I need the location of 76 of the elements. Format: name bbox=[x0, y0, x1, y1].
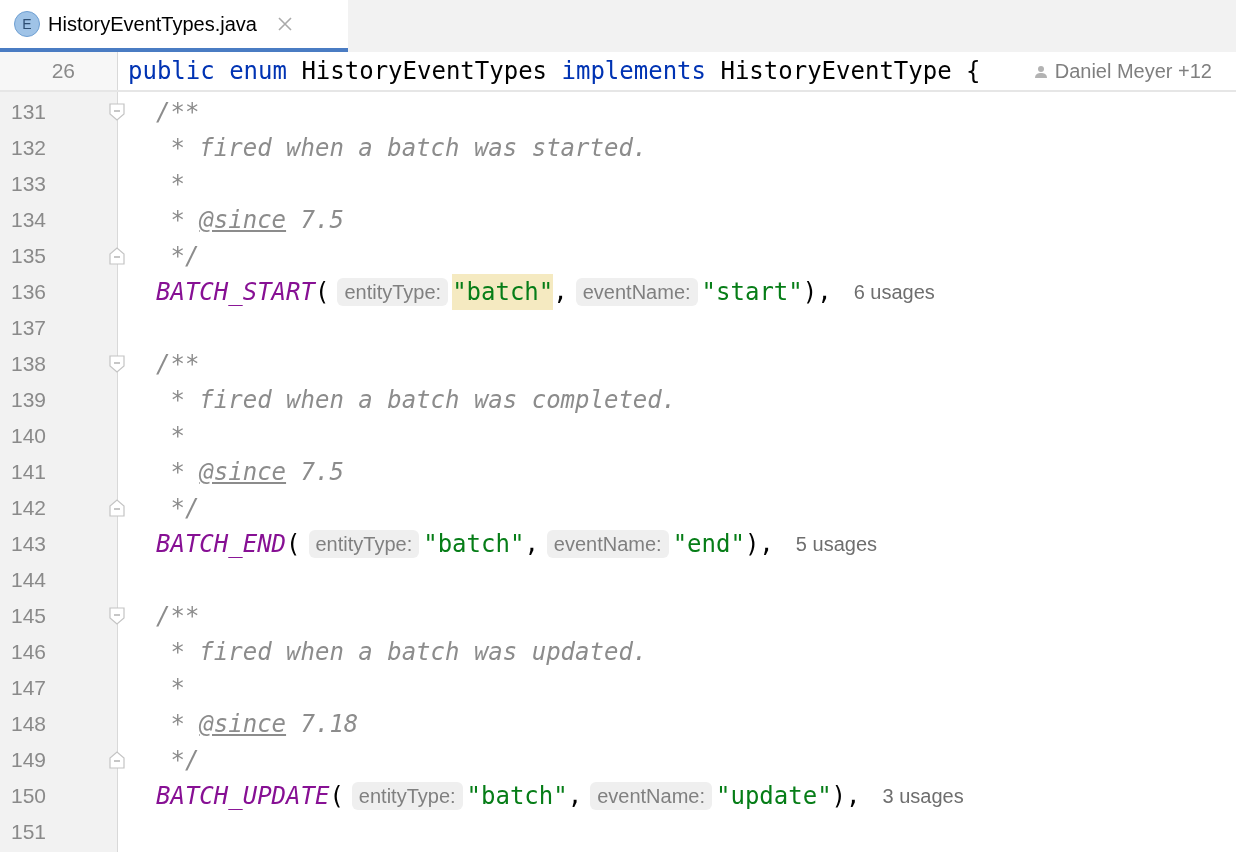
parameter-hint: eventName: bbox=[590, 782, 712, 810]
line-number: 151 bbox=[9, 819, 46, 846]
doc-comment: * @since 7.5 bbox=[169, 457, 344, 488]
parameter-hint: eventName: bbox=[575, 278, 698, 306]
string-literal: "batch" bbox=[423, 529, 525, 560]
fold-marker-icon[interactable] bbox=[109, 247, 125, 265]
line-number: 144 bbox=[9, 567, 46, 594]
line-number: 139 bbox=[9, 387, 46, 414]
line-number: 137 bbox=[9, 315, 46, 342]
close-icon[interactable] bbox=[277, 16, 293, 32]
doc-comment: * fired when a batch was started. bbox=[169, 133, 648, 164]
parameter-hint: eventName: bbox=[546, 530, 669, 558]
punctuation: , bbox=[524, 529, 539, 560]
enum-constant[interactable]: BATCH_UPDATE bbox=[156, 778, 330, 814]
line-number: 146 bbox=[9, 639, 46, 666]
string-literal: "start" bbox=[701, 277, 803, 308]
line-number: 150 bbox=[9, 783, 46, 810]
doc-comment: /** bbox=[156, 349, 200, 380]
punctuation: , bbox=[567, 781, 583, 812]
doc-comment: */ bbox=[169, 745, 200, 776]
parameter-hint: entityType: bbox=[308, 530, 420, 558]
doc-comment: * bbox=[169, 673, 185, 704]
punctuation: ( bbox=[329, 781, 344, 812]
fold-marker-icon[interactable] bbox=[109, 607, 125, 625]
usages-link[interactable]: 6 usages bbox=[853, 277, 935, 307]
punctuation: , bbox=[553, 277, 568, 308]
doc-comment: * fired when a batch was updated. bbox=[169, 637, 648, 668]
parameter-hint: entityType: bbox=[337, 278, 449, 306]
usages-link[interactable]: 3 usages bbox=[882, 781, 964, 811]
fold-marker-icon[interactable] bbox=[109, 751, 125, 769]
line-number: 149 bbox=[9, 747, 46, 774]
enum-file-icon: E bbox=[14, 11, 40, 37]
line-number: 134 bbox=[9, 207, 46, 234]
editor-tab[interactable]: E HistoryEventTypes.java bbox=[0, 0, 348, 52]
fold-marker-icon[interactable] bbox=[109, 499, 125, 517]
doc-comment: /** bbox=[156, 601, 200, 632]
enum-constant[interactable]: BATCH_END bbox=[156, 526, 287, 562]
line-number: 142 bbox=[9, 495, 46, 522]
punctuation: ), bbox=[802, 277, 832, 308]
code-line: public enum HistoryEventTypes implements HistoryEventType { bbox=[127, 56, 982, 87]
person-icon bbox=[1034, 64, 1047, 78]
line-number: 132 bbox=[9, 135, 46, 162]
doc-comment: /** bbox=[156, 97, 200, 128]
doc-comment: * bbox=[169, 421, 185, 452]
line-number: 140 bbox=[9, 423, 46, 450]
line-number: 133 bbox=[9, 171, 46, 198]
string-literal: "batch" bbox=[452, 274, 554, 310]
doc-comment: */ bbox=[169, 493, 200, 524]
line-number: 135 bbox=[9, 243, 46, 270]
punctuation: ), bbox=[744, 529, 774, 560]
author-annotation[interactable]: Daniel Meyer +12 bbox=[1054, 56, 1212, 86]
line-number: 141 bbox=[9, 459, 46, 486]
string-literal: "batch" bbox=[466, 781, 568, 812]
line-number: 145 bbox=[9, 603, 46, 630]
fold-marker-icon[interactable] bbox=[109, 103, 125, 121]
line-number: 131 bbox=[9, 99, 46, 126]
enum-constant[interactable]: BATCH_START bbox=[156, 274, 315, 310]
doc-comment: * fired when a batch was completed. bbox=[169, 385, 677, 416]
doc-comment: * bbox=[169, 169, 185, 200]
line-number: 147 bbox=[9, 675, 46, 702]
parameter-hint: entityType: bbox=[351, 782, 463, 810]
string-literal: "end" bbox=[672, 529, 745, 560]
line-number: 148 bbox=[9, 711, 46, 738]
punctuation: ( bbox=[286, 529, 301, 560]
usages-link[interactable]: 5 usages bbox=[795, 529, 877, 559]
line-number: 136 bbox=[9, 279, 46, 306]
line-number: 143 bbox=[9, 531, 46, 558]
doc-comment: * @since 7.18 bbox=[169, 709, 359, 740]
line-number: 26 bbox=[51, 58, 75, 85]
fold-marker-icon[interactable] bbox=[109, 355, 125, 373]
doc-comment: * @since 7.5 bbox=[169, 205, 344, 236]
tab-label: HistoryEventTypes.java bbox=[48, 12, 257, 37]
string-literal: "update" bbox=[716, 781, 832, 812]
line-number: 138 bbox=[9, 351, 46, 378]
doc-comment: */ bbox=[169, 241, 200, 272]
punctuation: ), bbox=[831, 781, 861, 812]
